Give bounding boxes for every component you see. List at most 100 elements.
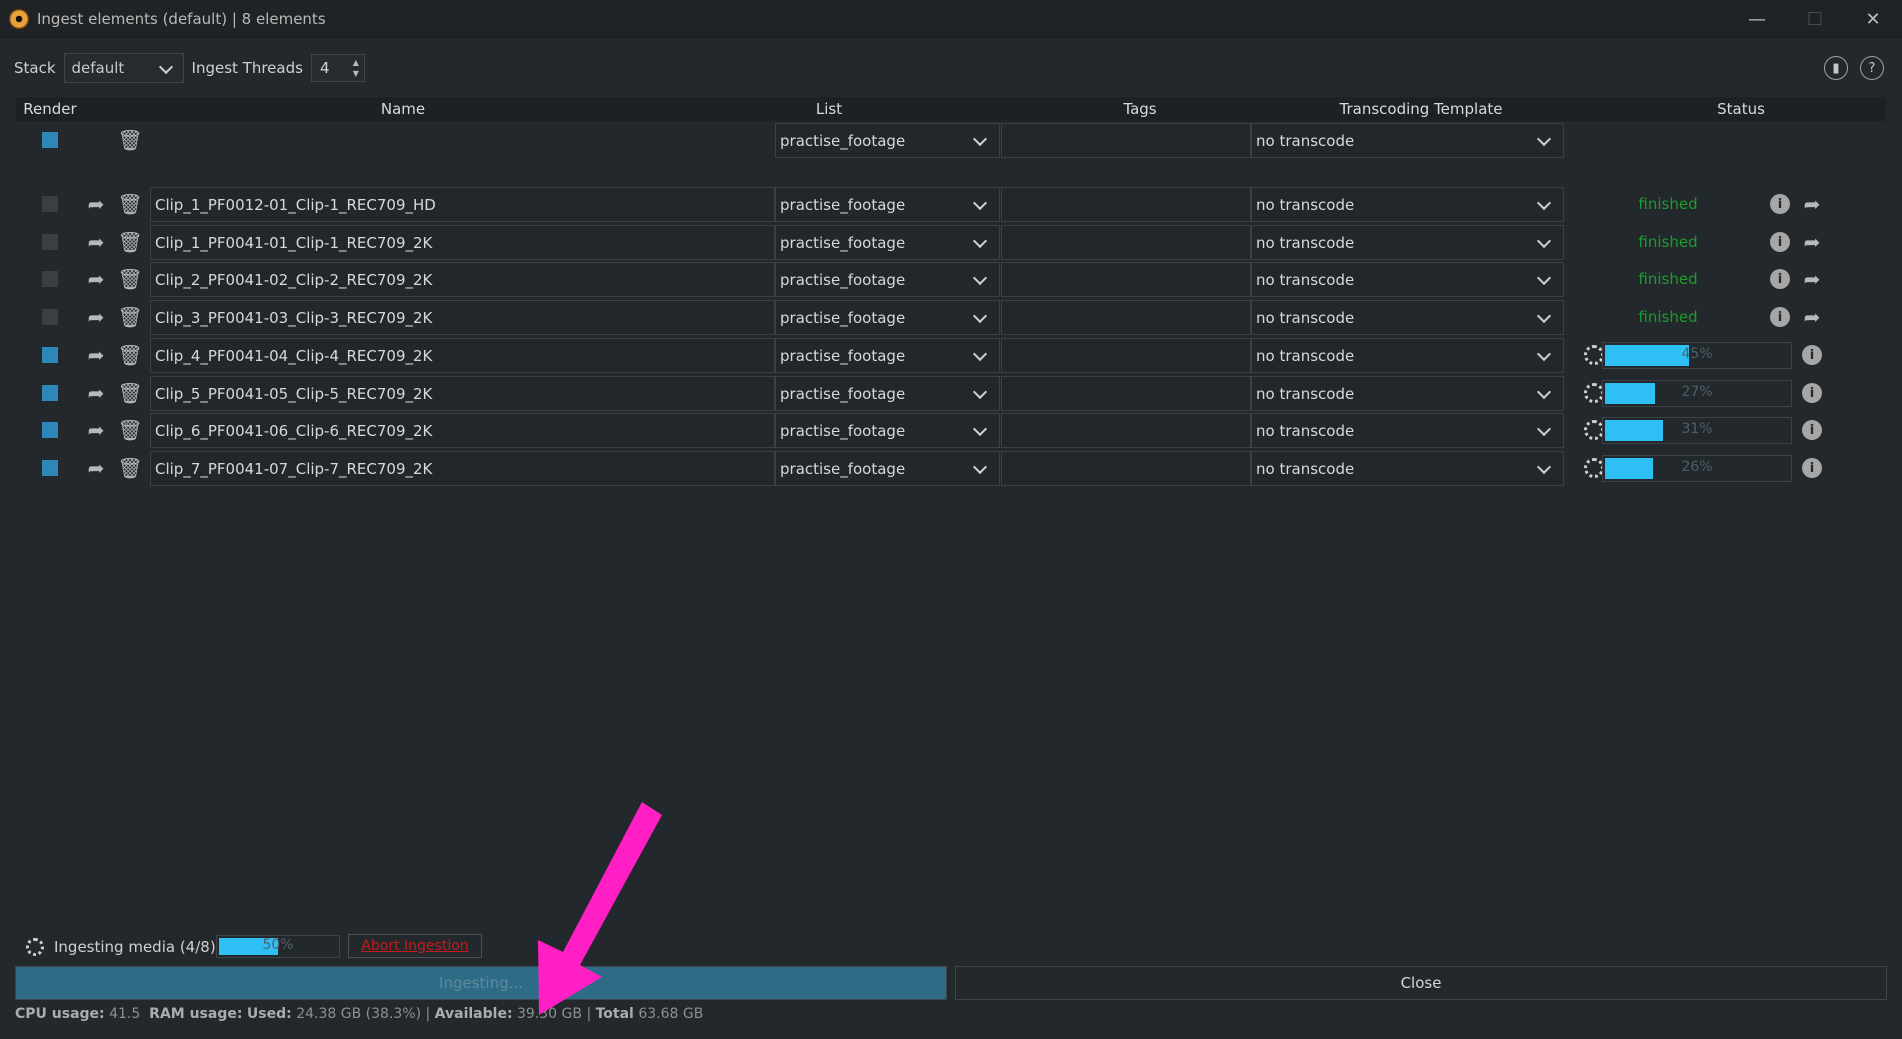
list-value: practise_footage	[780, 384, 906, 403]
transcoding-template-select[interactable]: no transcode	[1251, 225, 1564, 260]
spin-down-icon[interactable]: ▼	[353, 70, 359, 78]
list-select[interactable]: practise_footage	[775, 262, 1000, 297]
render-checkbox[interactable]	[42, 196, 58, 212]
transcoding-template-select[interactable]: no transcode	[1251, 413, 1564, 448]
status-text: finished	[1638, 270, 1698, 288]
trash-icon[interactable]: 🗑	[117, 192, 142, 216]
trash-icon[interactable]: 🗑	[117, 305, 142, 329]
share-icon[interactable]: ➦	[84, 381, 108, 405]
clip-name-field[interactable]: Clip_5_PF0041-05_Clip-5_REC709_2K	[150, 376, 775, 411]
list-select[interactable]: practise_footage	[775, 413, 1000, 448]
list-select[interactable]: practise_footage	[775, 451, 1000, 486]
template-value: no transcode	[1256, 131, 1355, 150]
trash-icon[interactable]: 🗑	[117, 418, 142, 442]
tags-field[interactable]	[1001, 300, 1251, 335]
share-icon[interactable]: ➦	[1800, 305, 1824, 329]
render-checkbox[interactable]	[42, 422, 58, 438]
table-row: ➦ 🗑 Clip_1_PF0012-01_Clip-1_REC709_HD pr…	[16, 186, 1886, 222]
transcoding-template-select[interactable]: no transcode	[1251, 451, 1564, 486]
tags-field[interactable]	[1001, 262, 1251, 297]
info-icon[interactable]: i	[1802, 458, 1822, 478]
tags-field[interactable]	[1001, 413, 1251, 448]
trash-icon[interactable]: 🗑	[117, 381, 142, 405]
info-icon[interactable]: i	[1770, 232, 1790, 252]
ingest-button[interactable]: Ingesting...	[15, 966, 947, 1000]
row-progress-bar: 26%	[1602, 455, 1792, 482]
close-button[interactable]: Close	[955, 966, 1887, 1000]
list-select[interactable]: practise_footage	[775, 187, 1000, 222]
render-checkbox[interactable]	[42, 271, 58, 287]
chevron-down-icon	[1536, 195, 1552, 211]
tags-field[interactable]	[1001, 123, 1251, 158]
spin-up-icon[interactable]: ▲	[353, 59, 359, 67]
transcoding-template-select[interactable]: no transcode	[1251, 300, 1564, 335]
transcoding-template-select[interactable]: no transcode	[1251, 376, 1564, 411]
transcoding-template-select[interactable]: no transcode	[1251, 262, 1564, 297]
transcoding-template-select[interactable]: no transcode	[1251, 123, 1564, 158]
list-select[interactable]: practise_footage	[775, 376, 1000, 411]
info-icon[interactable]: i	[1802, 420, 1822, 440]
document-icon[interactable]: ▮	[1824, 56, 1848, 80]
share-icon[interactable]: ➦	[84, 343, 108, 367]
share-icon[interactable]: ➦	[84, 230, 108, 254]
clip-name-field[interactable]: Clip_2_PF0041-02_Clip-2_REC709_2K	[150, 262, 775, 297]
info-icon[interactable]: i	[1770, 307, 1790, 327]
transcoding-template-select[interactable]: no transcode	[1251, 187, 1564, 222]
render-checkbox[interactable]	[42, 347, 58, 363]
used-value: 24.38 GB (38.3%)	[296, 1006, 422, 1022]
clip-name-field[interactable]: Clip_1_PF0041-01_Clip-1_REC709_2K	[150, 225, 775, 260]
list-select[interactable]: practise_footage	[775, 300, 1000, 335]
status-text: finished	[1638, 233, 1698, 251]
info-icon[interactable]: i	[1770, 269, 1790, 289]
share-icon[interactable]: ➦	[84, 418, 108, 442]
render-checkbox[interactable]	[42, 460, 58, 476]
tags-field[interactable]	[1001, 225, 1251, 260]
tags-field[interactable]	[1001, 376, 1251, 411]
share-icon[interactable]: ➦	[84, 192, 108, 216]
list-select[interactable]: practise_footage	[775, 338, 1000, 373]
render-checkbox[interactable]	[42, 132, 58, 148]
ram-label: RAM usage:	[149, 1006, 243, 1022]
close-window-button[interactable]: ✕	[1844, 0, 1902, 38]
share-icon[interactable]: ➦	[84, 267, 108, 291]
trash-icon[interactable]: 🗑	[117, 128, 142, 152]
render-checkbox[interactable]	[42, 385, 58, 401]
info-icon[interactable]: i	[1802, 383, 1822, 403]
trash-icon[interactable]: 🗑	[117, 456, 142, 480]
tags-field[interactable]	[1001, 338, 1251, 373]
clip-name-field[interactable]: Clip_6_PF0041-06_Clip-6_REC709_2K	[150, 413, 775, 448]
trash-icon[interactable]: 🗑	[117, 230, 142, 254]
share-icon[interactable]: ➦	[1800, 267, 1824, 291]
available-label: Available:	[434, 1006, 513, 1022]
help-button[interactable]: ?	[1860, 56, 1884, 80]
used-label: Used:	[246, 1006, 292, 1022]
toolbar: Stack default Ingest Threads 4 ▲ ▼	[14, 52, 365, 84]
share-icon[interactable]: ➦	[84, 305, 108, 329]
render-checkbox[interactable]	[42, 309, 58, 325]
stack-select[interactable]: default	[63, 53, 184, 83]
status-text: finished	[1638, 308, 1698, 326]
trash-icon[interactable]: 🗑	[117, 343, 142, 367]
clip-name-field[interactable]: Clip_4_PF0041-04_Clip-4_REC709_2K	[150, 338, 775, 373]
minimize-button[interactable]: —	[1728, 0, 1786, 38]
tags-field[interactable]	[1001, 451, 1251, 486]
tags-field[interactable]	[1001, 187, 1251, 222]
ingest-threads-label: Ingest Threads	[191, 59, 303, 77]
share-icon[interactable]: ➦	[84, 456, 108, 480]
share-icon[interactable]: ➦	[1800, 192, 1824, 216]
abort-ingestion-button[interactable]: Abort Ingestion	[348, 934, 482, 958]
info-icon[interactable]: i	[1802, 345, 1822, 365]
clip-name-field[interactable]: Clip_3_PF0041-03_Clip-3_REC709_2K	[150, 300, 775, 335]
trash-icon[interactable]: 🗑	[117, 267, 142, 291]
clip-name-field[interactable]: Clip_7_PF0041-07_Clip-7_REC709_2K	[150, 451, 775, 486]
clip-name-field[interactable]: Clip_1_PF0012-01_Clip-1_REC709_HD	[150, 187, 775, 222]
row-progress-bar: 45%	[1602, 342, 1792, 369]
maximize-button[interactable]: ☐	[1786, 0, 1844, 38]
list-select[interactable]: practise_footage	[775, 123, 1000, 158]
share-icon[interactable]: ➦	[1800, 230, 1824, 254]
transcoding-template-select[interactable]: no transcode	[1251, 338, 1564, 373]
info-icon[interactable]: i	[1770, 194, 1790, 214]
list-select[interactable]: practise_footage	[775, 225, 1000, 260]
ingest-threads-spinbox[interactable]: 4 ▲ ▼	[310, 54, 365, 82]
render-checkbox[interactable]	[42, 234, 58, 250]
